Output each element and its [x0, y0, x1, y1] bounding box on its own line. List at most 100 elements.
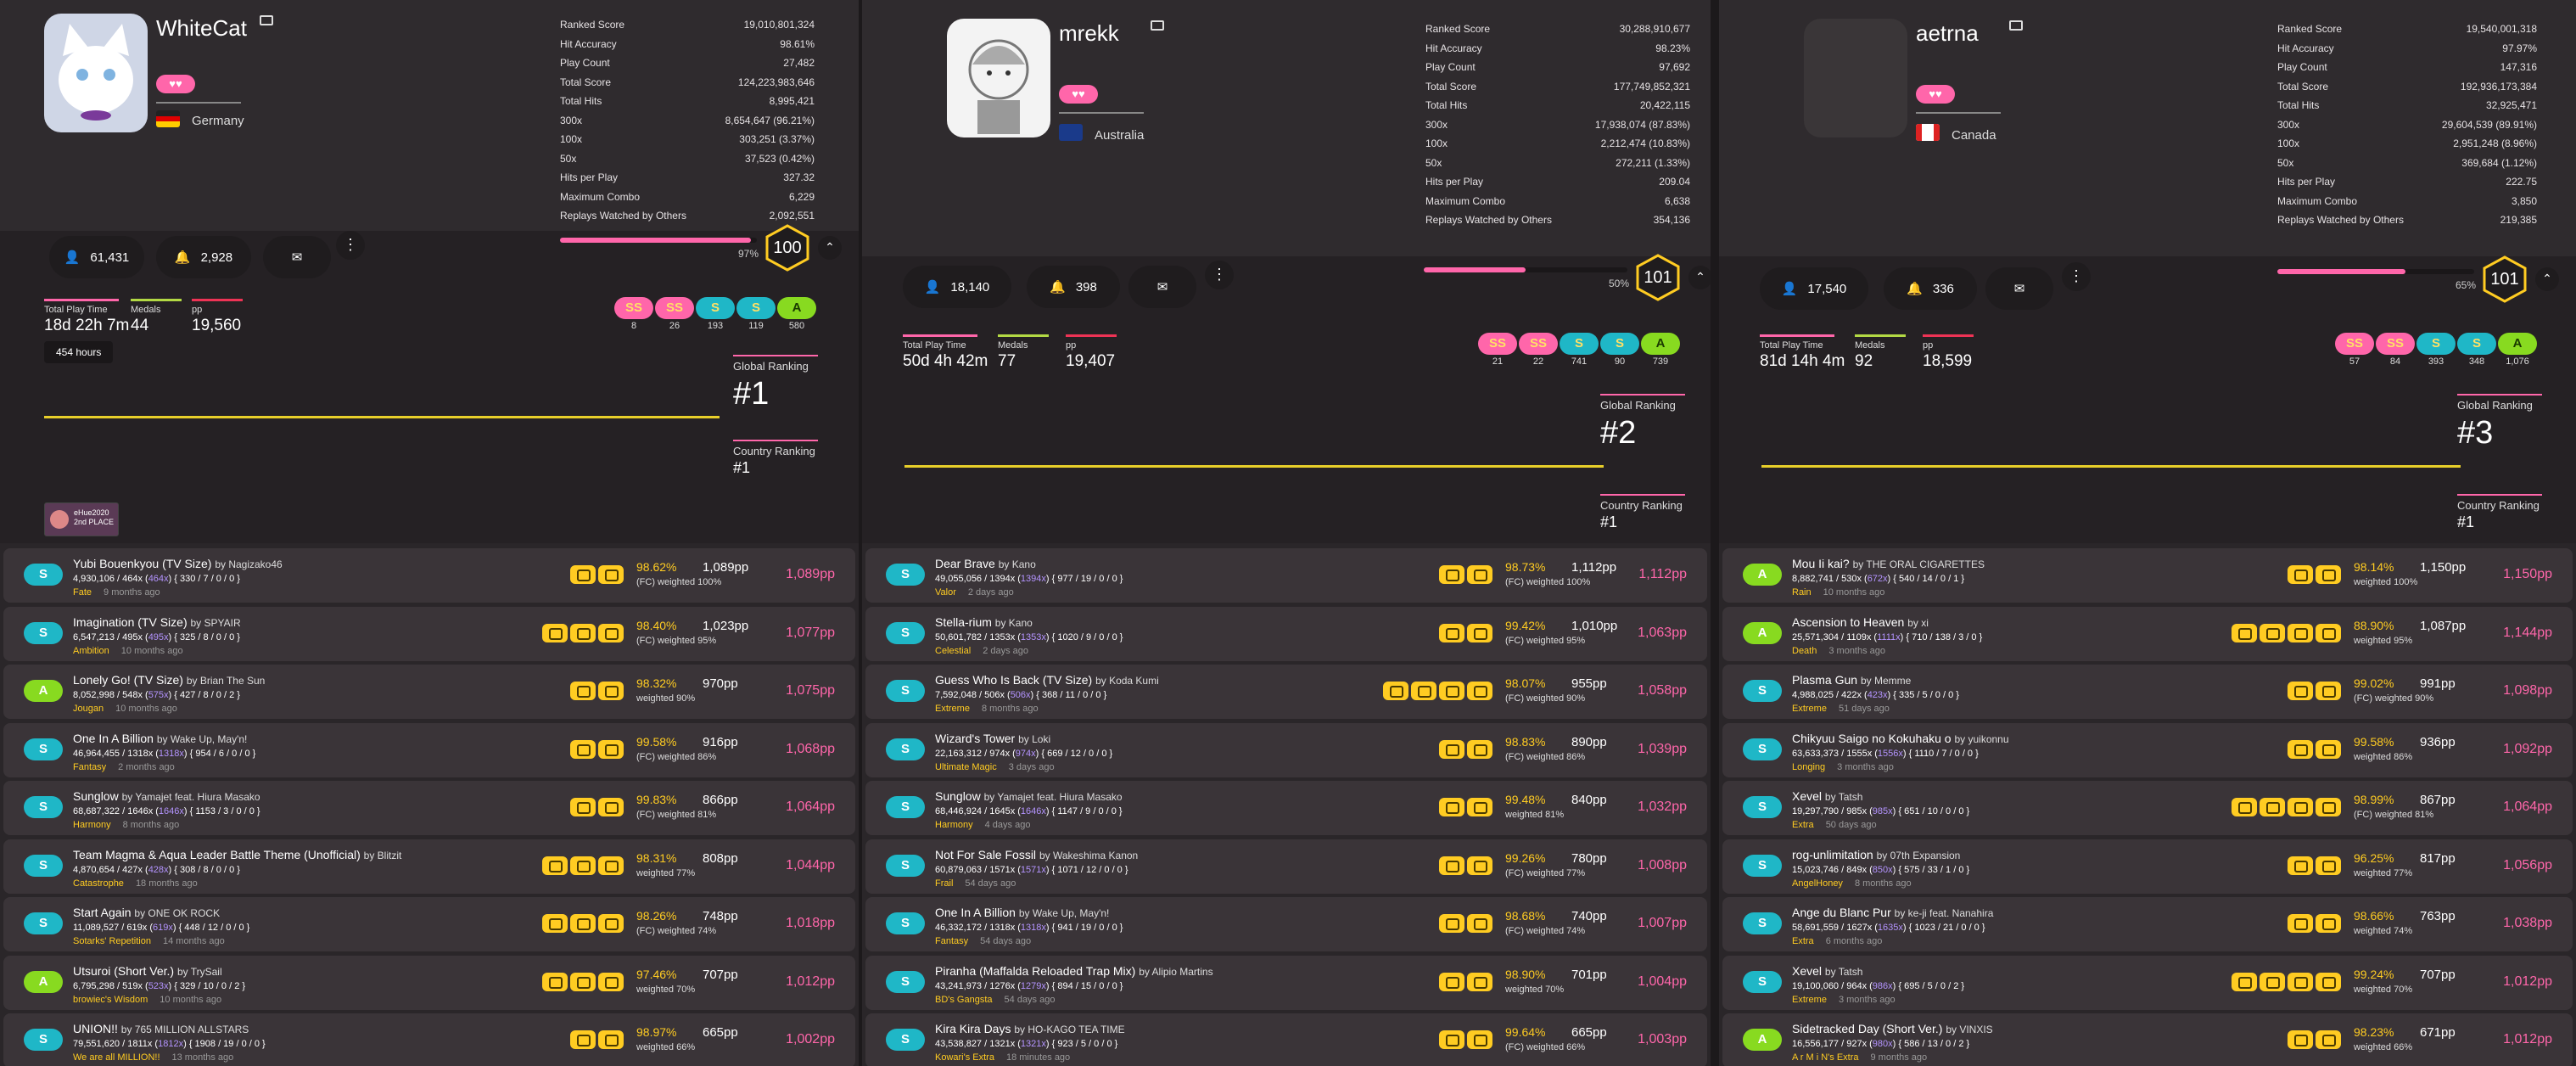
- score-row[interactable]: A Sidetracked Day (Short Ver.) by VINXIS 1…: [1722, 1013, 2573, 1066]
- score-row[interactable]: S Piranha (Maffalda Reloaded Trap Mix) by…: [865, 955, 1707, 1010]
- beatmap-title[interactable]: UNION!! by 765 MILLION ALLSTARS: [73, 1022, 249, 1035]
- mod-icon: [2232, 798, 2257, 816]
- score-row[interactable]: S Imagination (TV Size) by SPYAIR 6,547,21…: [3, 606, 855, 661]
- score-row[interactable]: S One In A Billion by Wake Up, May'n! 46,9…: [3, 722, 855, 777]
- raw-pp: 1,112pp: [1638, 567, 1687, 581]
- score-row[interactable]: S Plasma Gun by Memme 4,988,025 / 422x (42…: [1722, 665, 2573, 719]
- difficulty-label: Extra: [1792, 936, 1814, 946]
- score-rank-badge: A: [1743, 621, 1782, 644]
- beatmap-title[interactable]: Wizard's Tower by Loki: [935, 732, 1050, 745]
- score-row[interactable]: S Guess Who Is Back (TV Size) by Koda Kum…: [865, 665, 1707, 719]
- avatar[interactable]: [1804, 19, 1907, 137]
- score-row[interactable]: S Yubi Bouenkyou (TV Size) by Nagizako46 4…: [3, 548, 855, 603]
- score-row[interactable]: S Team Magma & Aqua Leader Battle Theme (…: [3, 839, 855, 894]
- beatmap-title[interactable]: Piranha (Maffalda Reloaded Trap Mix) by …: [935, 964, 1213, 978]
- avatar[interactable]: [947, 19, 1050, 137]
- beatmap-title[interactable]: Ange du Blanc Pur by ke-ji feat. Nanahir…: [1792, 906, 1993, 919]
- score-row[interactable]: S Not For Sale Fossil by Wakeshima Kanon 6…: [865, 839, 1707, 894]
- score-row[interactable]: A Lonely Go! (TV Size) by Brian The Sun 8,…: [3, 665, 855, 719]
- beatmap-title[interactable]: rog-unlimitation by 07th Expansion: [1792, 848, 1960, 861]
- beatmap-title[interactable]: Sunglow by Yamajet feat. Hiura Masako: [935, 789, 1123, 803]
- beatmap-artist: by Tatsh: [1824, 965, 1863, 978]
- score-row[interactable]: Srog-unlimitation by 07th Expansion 15,02…: [1722, 839, 2573, 894]
- subscribers-button[interactable]: 🔔 336: [1884, 267, 1977, 310]
- beatmap-title[interactable]: Plasma Gun by Memme: [1792, 673, 1911, 687]
- beatmap-title[interactable]: Yubi Bouenkyou (TV Size) by Nagizako46: [73, 557, 283, 570]
- mod-icon: [598, 856, 624, 875]
- beatmap-title[interactable]: Sidetracked Day (Short Ver.) by VINXIS: [1792, 1022, 1993, 1035]
- rank-history-line: [904, 465, 1604, 468]
- max-combo: 619x: [152, 923, 173, 933]
- mod-icon: [570, 1030, 596, 1049]
- score-row[interactable]: A Mou Ii kai? by THE ORAL CIGARETTES 8,882…: [1722, 548, 2573, 603]
- score-and-combo: 8,052,998 / 548x (: [73, 690, 148, 700]
- beatmap-title[interactable]: Ascension to Heaven by xi: [1792, 615, 1929, 629]
- more-options-button[interactable]: ⋮: [2062, 262, 2091, 291]
- beatmap-title[interactable]: One In A Billion by Wake Up, May'n!: [73, 732, 247, 745]
- country-ranking: Country Ranking #1: [733, 440, 818, 477]
- collapse-chevron-icon[interactable]: ⌃: [2535, 267, 2559, 291]
- beatmap-title[interactable]: Chikyuu Saigo no Kokuhaku o by yuikonnu: [1792, 732, 2009, 745]
- score-row[interactable]: S Sunglow by Yamajet feat. Hiura Masako 68…: [3, 781, 855, 835]
- message-button[interactable]: ✉: [1985, 267, 2053, 310]
- score-row[interactable]: S Chikyuu Saigo no Kokuhaku o by yuikonnu…: [1722, 722, 2573, 777]
- tournament-badge[interactable]: eHue2020 2nd PLACE: [44, 502, 119, 536]
- raw-pp: 1,012pp: [2503, 973, 2552, 989]
- more-options-button[interactable]: ⋮: [1205, 261, 1234, 289]
- score-row[interactable]: S Stella-rium by Kano 50,601,782 / 1353x (…: [865, 606, 1707, 661]
- beatmap-title[interactable]: Mou Ii kai? by THE ORAL CIGARETTES: [1792, 557, 1985, 570]
- score-accuracy: 98.07%: [1505, 676, 1546, 690]
- followers-button[interactable]: 👤 61,431: [49, 236, 144, 278]
- avatar[interactable]: [44, 14, 148, 132]
- score-details: 19,297,790 / 985x (985x) { 651 / 10 / 0 …: [1792, 806, 1969, 816]
- beatmap-title[interactable]: Xevel by Tatsh: [1792, 789, 1862, 803]
- time-ago: 2 months ago: [118, 761, 175, 772]
- mod-icon: [2316, 856, 2341, 875]
- score-row[interactable]: S Start Again by ONE OK ROCK 11,089,527 / …: [3, 897, 855, 951]
- score-row[interactable]: S Ange du Blanc Pur by ke-ji feat. Nanahi…: [1722, 897, 2573, 951]
- weight-percent: weighted 66%: [636, 1042, 696, 1052]
- profile-card-icon[interactable]: [1151, 20, 1164, 31]
- subscribers-button[interactable]: 🔔 2,928: [156, 236, 251, 278]
- score-row[interactable]: S Dear Brave by Kano 49,055,056 / 1394x (1…: [865, 548, 1707, 603]
- score-details: 46,332,172 / 1318x (1318x) { 941 / 19 / …: [935, 923, 1123, 933]
- score-row[interactable]: A Utsuroi (Short Ver.) by TrySail 6,795,29…: [3, 955, 855, 1010]
- max-combo: 1318x: [1020, 923, 1046, 933]
- beatmap-title[interactable]: Xevel by Tatsh: [1792, 964, 1862, 978]
- beatmap-title[interactable]: Team Magma & Aqua Leader Battle Theme (U…: [73, 848, 401, 861]
- beatmap-title[interactable]: Dear Brave by Kano: [935, 557, 1036, 570]
- profile-card-icon[interactable]: [260, 15, 273, 25]
- beatmap-title[interactable]: Start Again by ONE OK ROCK: [73, 906, 220, 919]
- stat-row: Replays Watched by Others 219,385: [2277, 214, 2537, 226]
- beatmap-title[interactable]: Not For Sale Fossil by Wakeshima Kanon: [935, 848, 1138, 861]
- beatmap-title[interactable]: Lonely Go! (TV Size) by Brian The Sun: [73, 673, 265, 687]
- score-row[interactable]: S One In A Billion by Wake Up, May'n! 46,3…: [865, 897, 1707, 951]
- beatmap-title[interactable]: Sunglow by Yamajet feat. Hiura Masako: [73, 789, 260, 803]
- score-row[interactable]: S Xevel by Tatsh 19,297,790 / 985x (985x) …: [1722, 781, 2573, 835]
- beatmap-title[interactable]: Stella-rium by Kano: [935, 615, 1033, 629]
- max-combo: 1318x: [158, 748, 184, 759]
- collapse-chevron-icon[interactable]: ⌃: [818, 236, 842, 260]
- score-row[interactable]: S Wizard's Tower by Loki 22,163,312 / 974x…: [865, 722, 1707, 777]
- beatmap-title[interactable]: Imagination (TV Size) by SPYAIR: [73, 615, 241, 629]
- beatmap-title[interactable]: Kira Kira Days by HO-KAGO TEA TIME: [935, 1022, 1125, 1035]
- more-options-button[interactable]: ⋮: [336, 231, 365, 260]
- followers-button[interactable]: 👤 17,540: [1760, 267, 1868, 310]
- score-row[interactable]: S Sunglow by Yamajet feat. Hiura Masako 68…: [865, 781, 1707, 835]
- profile-card-icon[interactable]: [2009, 20, 2023, 31]
- collapse-chevron-icon[interactable]: ⌃: [1688, 266, 1711, 289]
- performance-points: pp 19,560: [192, 299, 243, 335]
- score-row[interactable]: S Kira Kira Days by HO-KAGO TEA TIME 43,53…: [865, 1013, 1707, 1066]
- message-button[interactable]: ✉: [263, 236, 331, 278]
- subscribers-button[interactable]: 🔔 398: [1027, 266, 1120, 308]
- stat-label: Total Score: [1425, 80, 1477, 93]
- beatmap-title[interactable]: Guess Who Is Back (TV Size) by Koda Kumi: [935, 673, 1159, 687]
- followers-button[interactable]: 👤 18,140: [903, 266, 1011, 308]
- score-row[interactable]: S Xevel by Tatsh 19,100,060 / 964x (986x) …: [1722, 955, 2573, 1010]
- level-number: 101: [2490, 270, 2519, 289]
- score-row[interactable]: A Ascension to Heaven by xi 25,571,304 / 1…: [1722, 606, 2573, 661]
- beatmap-title[interactable]: One In A Billion by Wake Up, May'n!: [935, 906, 1109, 919]
- message-button[interactable]: ✉: [1128, 266, 1196, 308]
- score-row[interactable]: S UNION!! by 765 MILLION ALLSTARS 79,551,6…: [3, 1013, 855, 1066]
- beatmap-title[interactable]: Utsuroi (Short Ver.) by TrySail: [73, 964, 222, 978]
